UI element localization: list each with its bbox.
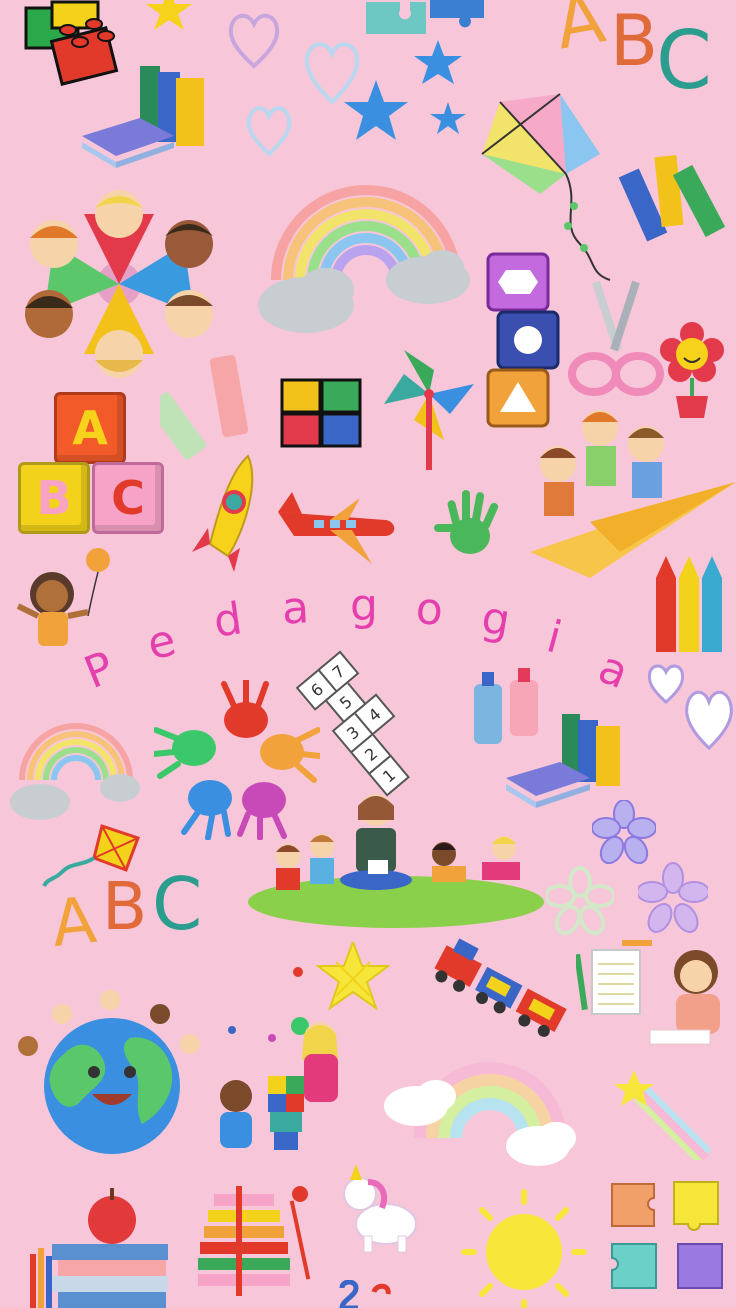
puzzle-icon	[280, 378, 362, 448]
number-decoration-icon	[339, 1280, 391, 1308]
kids-playing-blocks-icon	[220, 1022, 338, 1150]
title-letter: e	[142, 614, 181, 671]
green-handprint-icon	[434, 490, 499, 554]
title-letter: g	[350, 580, 378, 631]
abc-letter: A	[549, 0, 611, 66]
pinwheel-icon	[384, 350, 474, 470]
puzzle-pieces-icon	[366, 0, 484, 34]
abc-letter: C	[656, 14, 712, 107]
books-icon	[82, 66, 204, 168]
scissors-icon	[568, 280, 664, 396]
earth-with-kids-icon	[18, 990, 200, 1154]
hopscotch-icon: 1 2 3 4 5 6 7	[295, 613, 486, 797]
heart-outline-icon	[685, 690, 733, 751]
title-letter: a	[280, 582, 311, 635]
title-letter: d	[210, 593, 246, 648]
heart-outline-icon	[647, 664, 685, 704]
kids-paper-plane-icon	[530, 410, 736, 578]
rocket-icon	[192, 454, 254, 572]
abc-letter: B	[102, 868, 148, 945]
letter-block-c: C	[92, 462, 164, 534]
letter-block-a: A	[54, 392, 126, 464]
title-letter: a	[591, 641, 636, 700]
xylophone-icon	[198, 1186, 311, 1296]
title-letter: o	[414, 583, 445, 636]
rainbow-icon	[258, 185, 470, 333]
title-letter: g	[478, 592, 514, 647]
title-letter: i	[541, 611, 567, 664]
star-puzzle-icon	[316, 942, 390, 1011]
letter-block-b: B	[18, 462, 90, 534]
crayons-icon	[618, 155, 726, 242]
heart-outline-icon	[228, 13, 280, 69]
abc-letter: A	[48, 883, 100, 963]
airplane-icon	[278, 492, 395, 564]
pastel-rainbow-icon	[384, 1062, 576, 1166]
abc-letters-left: A B C	[48, 862, 222, 978]
wallpaper-canvas: P e d a g o g i a A B C A B C 1 2 3 4 5 …	[0, 0, 736, 1308]
girl-with-balloon-icon	[16, 548, 110, 646]
flower-icon	[592, 800, 656, 864]
puzzle-pieces-icon	[611, 1181, 723, 1289]
shooting-star-icon	[614, 1070, 710, 1160]
abc-letter: C	[152, 862, 203, 946]
sun-icon	[461, 1189, 587, 1308]
unicorn-icon	[343, 1164, 417, 1253]
girl-drawing-icon	[649, 950, 720, 1045]
abc-letter: B	[610, 0, 659, 82]
flower-icon	[638, 862, 708, 933]
colored-pencils-icon	[656, 556, 722, 652]
stars-icon	[344, 40, 466, 140]
rainbow-icon	[10, 723, 140, 820]
star-icon	[146, 0, 192, 30]
apple-books-icon	[30, 1188, 168, 1308]
pastel-crayons-icon	[160, 354, 249, 460]
flower-icon	[546, 866, 614, 936]
teacher-reading-kids-icon	[248, 794, 544, 928]
notebook-icon	[576, 940, 652, 1015]
